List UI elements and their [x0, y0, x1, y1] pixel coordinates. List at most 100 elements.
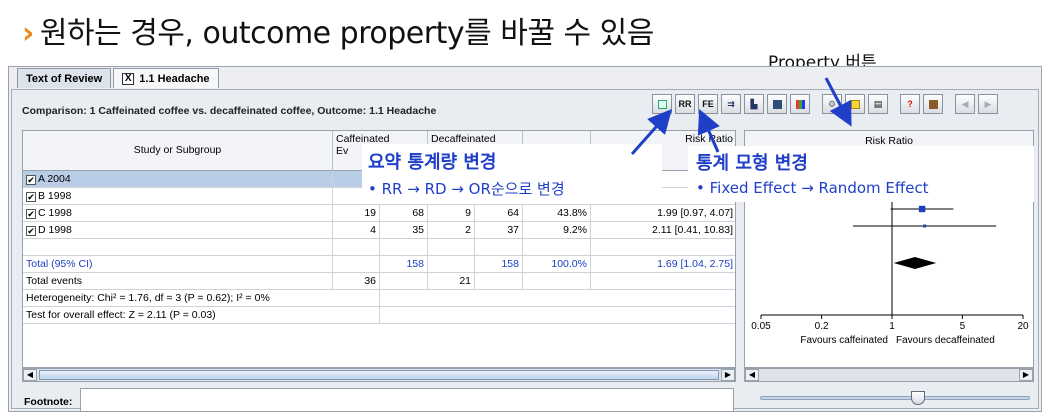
scroll-right-icon[interactable]: ▶ — [1019, 369, 1033, 381]
study-cell: ✔ A 2004 — [23, 171, 333, 187]
x-tick-label: 1 — [889, 321, 895, 332]
point-estimate — [923, 224, 927, 228]
study-cell: ✔ C 1998 — [23, 205, 333, 221]
study-cell: ✔ B 1998 — [23, 188, 333, 204]
events-cell: 21 — [428, 273, 475, 289]
events-cell[interactable]: 9 — [428, 205, 475, 221]
tab-label: 1.1 Headache — [139, 72, 210, 85]
total-cell[interactable]: 37 — [475, 222, 523, 238]
include-checkbox[interactable]: ✔ — [26, 175, 36, 185]
note-icon — [850, 100, 860, 109]
swap-icon: ⇉ — [727, 99, 735, 109]
overall-effect-text: Test for overall effect: Z = 2.11 (P = 0… — [23, 307, 380, 323]
table-row[interactable]: ✔ D 1998 4 35 2 37 9.2% 2.11 [0.41, 10.83… — [23, 222, 735, 239]
total-label: Total (95% CI) — [23, 256, 333, 272]
chart-icon: ▙ — [750, 99, 758, 109]
events-cell: 36 — [333, 273, 380, 289]
notes-button[interactable] — [845, 94, 865, 114]
back-button[interactable]: ◀ — [955, 94, 975, 114]
callout-model-sub: • Fixed Effect → Random Effect — [696, 179, 929, 197]
calculator-button[interactable] — [767, 94, 787, 114]
header-study[interactable]: Study or Subgroup — [23, 131, 333, 171]
swap-button[interactable]: ⇉ — [721, 94, 741, 114]
close-icon[interactable]: X — [122, 72, 135, 85]
callout-model-title: 통계 모형 변경 — [696, 153, 808, 174]
effect-measure-button[interactable]: RR — [675, 94, 695, 114]
include-checkbox[interactable]: ✔ — [26, 209, 36, 219]
book-button[interactable] — [923, 94, 943, 114]
events-cell[interactable]: 19 — [333, 205, 380, 221]
plot-horizontal-scrollbar[interactable]: ◀ ▶ — [744, 368, 1034, 382]
slide-title: › 원하는 경우, outcome property를 바꿀 수 있음 — [22, 8, 654, 52]
funnel-plot-button[interactable]: ▙ — [744, 94, 764, 114]
scroll-right-icon[interactable]: ▶ — [721, 369, 735, 381]
scroll-thumb[interactable] — [39, 370, 719, 380]
events-cell[interactable]: 2 — [428, 222, 475, 238]
analysis-model-button[interactable]: FE — [698, 94, 718, 114]
printer-icon: ▤ — [873, 99, 883, 109]
tab-label: Text of Review — [26, 72, 103, 85]
scroll-left-icon[interactable]: ◀ — [23, 369, 37, 381]
total-cell: 158 — [380, 256, 428, 272]
events-cell[interactable]: 4 — [333, 222, 380, 238]
tab-bar: Text of Review X 1.1 Headache — [17, 67, 221, 89]
footnote-label: Footnote: — [24, 396, 73, 408]
wrench-icon: ⚙ — [827, 99, 837, 109]
study-name: A 2004 — [38, 173, 71, 185]
total-cell: 158 — [475, 256, 523, 272]
heterogeneity-row: Heterogeneity: Chi² = 1.76, df = 3 (P = … — [23, 290, 735, 307]
favours-right-label: Favours decaffeinated — [896, 335, 995, 346]
slider-knob[interactable] — [911, 391, 925, 405]
slide-title-text: 원하는 경우, outcome property를 바꿀 수 있음 — [39, 16, 654, 51]
help-button[interactable]: ? — [900, 94, 920, 114]
callout-summary-sub: • RR → RD → OR순으로 변경 — [368, 180, 565, 198]
scroll-left-icon[interactable]: ◀ — [745, 369, 759, 381]
property-button[interactable]: ⚙ — [822, 94, 842, 114]
study-name: B 1998 — [38, 190, 72, 202]
comparison-title: Comparison: 1 Caffeinated coffee vs. dec… — [22, 105, 437, 117]
total-events-label: Total events — [23, 273, 333, 289]
toolbar: RR FE ⇉ ▙ ⚙ ▤ ? ◀ ▶ — [652, 94, 998, 118]
tab-text-of-review[interactable]: Text of Review — [17, 68, 112, 88]
include-checkbox[interactable]: ✔ — [26, 192, 36, 202]
total-cell[interactable]: 35 — [380, 222, 428, 238]
point-estimate — [918, 205, 926, 213]
chevron-right-icon: › — [22, 16, 34, 51]
total-cell[interactable]: 64 — [475, 205, 523, 221]
document-icon — [657, 100, 667, 109]
include-checkbox[interactable]: ✔ — [26, 226, 36, 236]
print-button[interactable]: ▤ — [868, 94, 888, 114]
overall-effect-row: Test for overall effect: Z = 2.11 (P = 0… — [23, 307, 735, 324]
pooled-diamond — [893, 257, 937, 269]
rr-cell: 1.99 [0.97, 4.07] — [591, 205, 735, 221]
x-tick-label: 0.05 — [751, 321, 771, 332]
calculator-icon — [772, 100, 782, 109]
footnote-input[interactable] — [80, 388, 734, 412]
study-cell: ✔ D 1998 — [23, 222, 333, 238]
total-row: Total (95% CI) 158 158 100.0% 1.69 [1.04… — [23, 256, 735, 273]
analysis-panel: Comparison: 1 Caffeinated coffee vs. dec… — [11, 89, 1039, 412]
table-horizontal-scrollbar[interactable]: ◀ ▶ — [22, 368, 736, 382]
weight-cell: 100.0% — [523, 256, 591, 272]
total-events-row: Total events 36 21 — [23, 273, 735, 290]
favours-left-label: Favours caffeinated — [800, 335, 888, 346]
plot-scale-slider[interactable] — [760, 391, 1030, 405]
callout-summary: 요약 통계량 변경 • RR → RD → OR순으로 변경 — [362, 144, 662, 202]
x-tick-label: 5 — [960, 321, 966, 332]
forest-plot-button[interactable] — [652, 94, 672, 114]
grid-button[interactable] — [790, 94, 810, 114]
heterogeneity-text: Heterogeneity: Chi² = 1.76, df = 3 (P = … — [23, 290, 380, 306]
rr-cell: 1.69 [1.04, 2.75] — [591, 256, 735, 272]
callout-summary-title: 요약 통계량 변경 — [368, 152, 497, 173]
forward-button[interactable]: ▶ — [978, 94, 998, 114]
review-manager-window: Text of Review X 1.1 Headache Comparison:… — [8, 66, 1042, 412]
rr-cell: 2.11 [0.41, 10.83] — [591, 222, 735, 238]
tab-headache[interactable]: X 1.1 Headache — [113, 68, 219, 88]
grid-icon — [795, 100, 805, 109]
book-icon — [928, 100, 938, 109]
table-row[interactable]: ✔ C 1998 19 68 9 64 43.8% 1.99 [0.97, 4.0… — [23, 205, 735, 222]
total-cell[interactable]: 68 — [380, 205, 428, 221]
study-name: D 1998 — [38, 224, 72, 236]
x-tick-label: 0.2 — [815, 321, 829, 332]
x-tick-label: 20 — [1017, 321, 1029, 332]
